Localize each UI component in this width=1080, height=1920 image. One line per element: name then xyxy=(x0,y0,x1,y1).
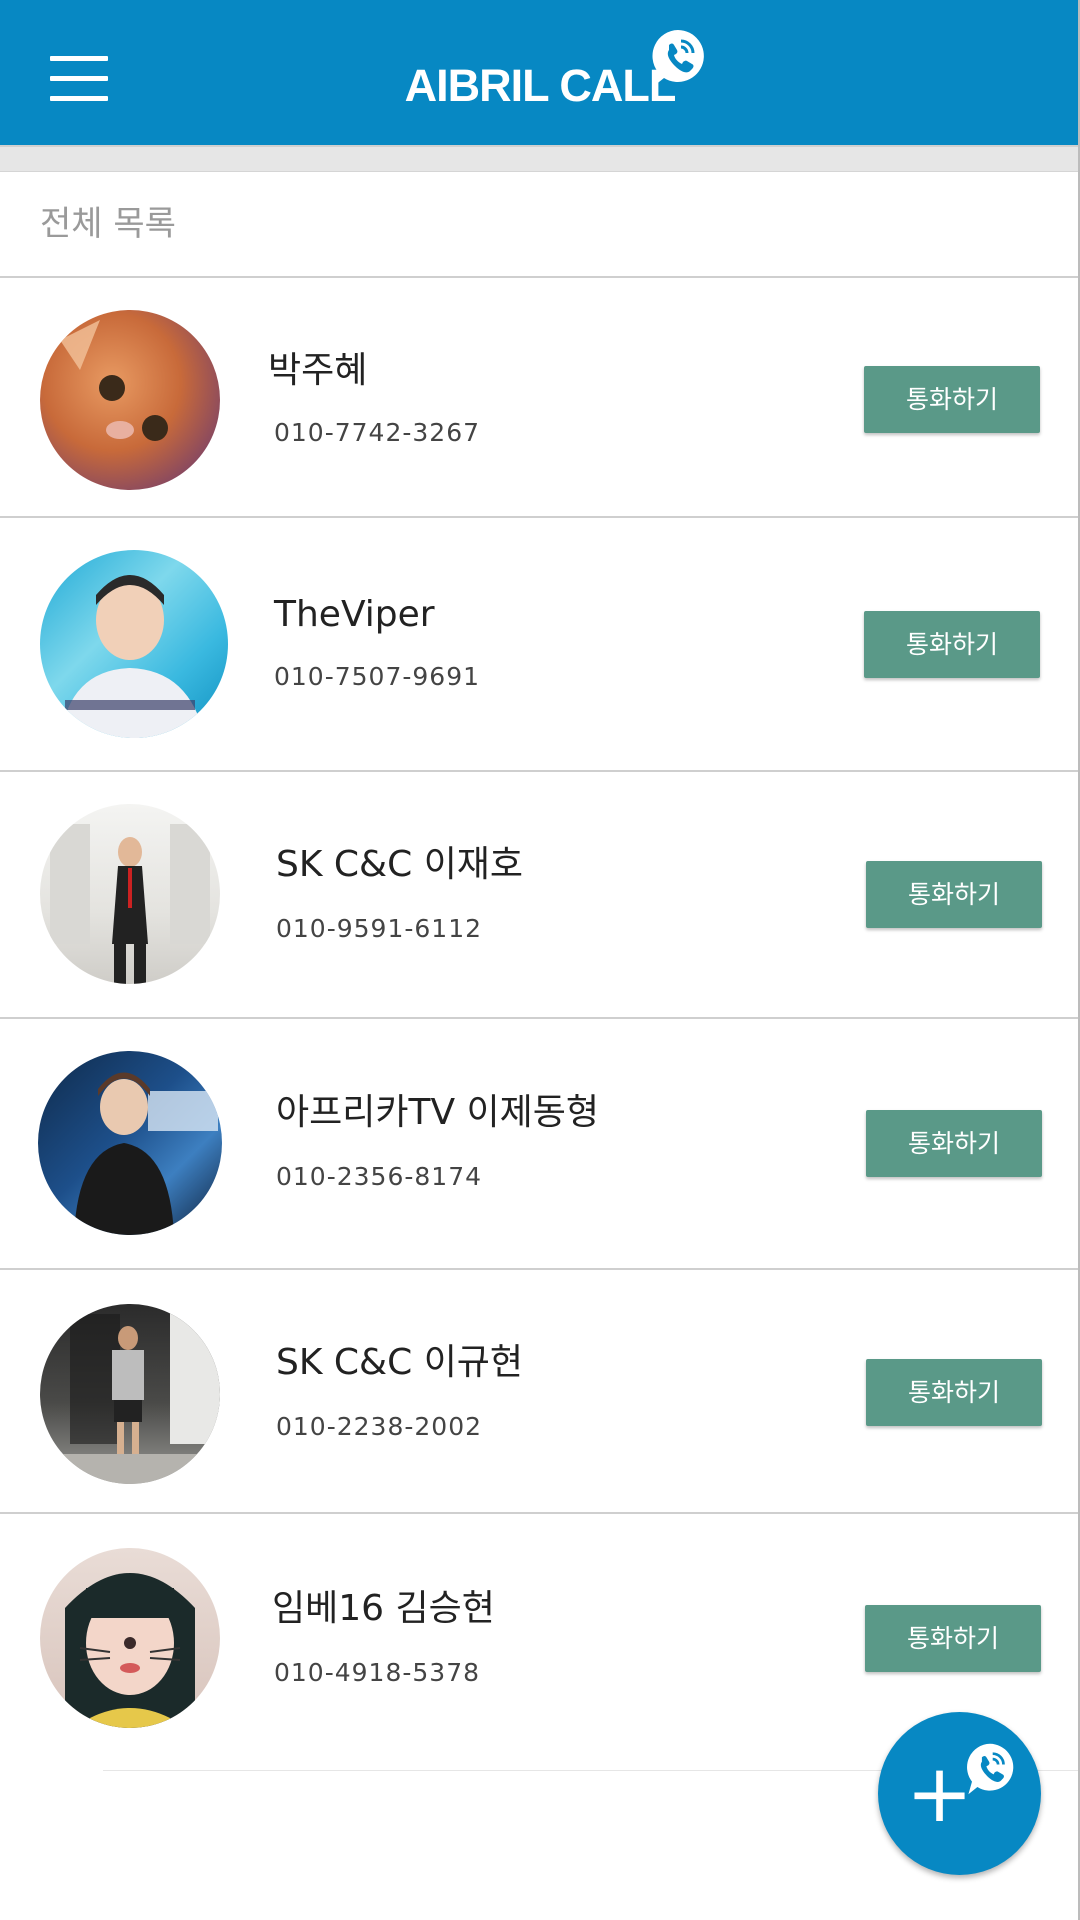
contact-row: SK C&C 이규현 010-2238-2002 통화하기 xyxy=(0,1270,1078,1514)
contact-name: 아프리카TV 이제동형 xyxy=(276,1092,600,1133)
call-button[interactable]: 통화하기 xyxy=(866,1110,1042,1177)
person-photo xyxy=(40,1304,220,1484)
contact-phone: 010-7742-3267 xyxy=(274,418,481,447)
call-button[interactable]: 통화하기 xyxy=(866,861,1042,928)
call-button[interactable]: 통화하기 xyxy=(866,1359,1042,1426)
plus-icon: + xyxy=(906,1747,974,1840)
avatar xyxy=(38,1051,222,1235)
contact-row: 아프리카TV 이제동형 010-2356-8174 통화하기 xyxy=(0,1019,1078,1270)
phone-chat-bubble-icon xyxy=(652,30,704,86)
contact-name: SK C&C 이규현 xyxy=(276,1342,524,1383)
contact-row: SK C&C 이재호 010-9591-6112 통화하기 xyxy=(0,772,1078,1019)
person-photo xyxy=(74,1072,218,1235)
contact-phone: 010-2356-8174 xyxy=(276,1162,483,1191)
contact-phone: 010-2238-2002 xyxy=(276,1412,483,1441)
call-button[interactable]: 통화하기 xyxy=(865,1605,1041,1672)
person-photo xyxy=(60,575,205,738)
avatar xyxy=(40,310,220,490)
contact-row: TheViper 010-7507-9691 통화하기 xyxy=(0,518,1078,772)
avatar xyxy=(40,804,220,984)
add-call-icon xyxy=(967,1743,1014,1795)
contact-phone: 010-7507-9691 xyxy=(274,662,481,691)
call-button[interactable]: 통화하기 xyxy=(864,611,1040,678)
app-title: AIBRIL CALL xyxy=(404,60,677,111)
contact-phone: 010-4918-5378 xyxy=(274,1658,481,1687)
contact-row: 박주혜 010-7742-3267 통화하기 xyxy=(0,278,1078,518)
avatar xyxy=(40,1304,220,1484)
header-shadow-band xyxy=(0,145,1080,172)
contact-name: SK C&C 이재호 xyxy=(276,844,524,885)
add-call-button[interactable]: + xyxy=(878,1712,1041,1875)
contact-name: 임베16 김승현 xyxy=(272,1588,495,1629)
contact-name: TheViper xyxy=(274,594,435,635)
person-photo xyxy=(65,1573,195,1728)
section-title: 전체 목록 xyxy=(40,204,176,244)
person-photo xyxy=(50,824,210,984)
app-header: AIBRIL CALL xyxy=(0,0,1080,145)
contact-name: 박주혜 xyxy=(268,350,368,391)
call-button[interactable]: 통화하기 xyxy=(864,366,1040,433)
cat-photo xyxy=(60,320,168,441)
avatar xyxy=(40,550,228,738)
contact-phone: 010-9591-6112 xyxy=(276,914,483,943)
avatar xyxy=(40,1548,220,1728)
